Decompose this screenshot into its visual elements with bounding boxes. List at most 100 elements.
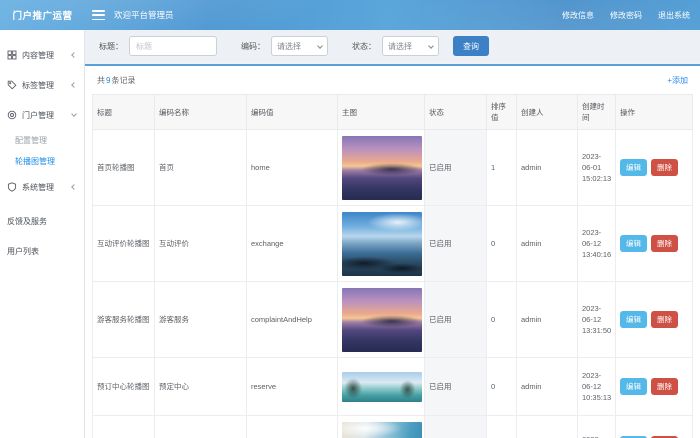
cell-code-name: 首页 (155, 130, 247, 206)
content-icon (7, 50, 17, 60)
cell-creator: admin (517, 416, 578, 438)
tag-icon (7, 80, 17, 90)
delete-button[interactable]: 删除 (651, 311, 678, 328)
title-filter-input[interactable] (129, 36, 217, 56)
welcome-text: 欢迎平台管理员 (114, 9, 174, 21)
col-main-image: 主图 (338, 95, 425, 130)
status-filter-select[interactable]: 请选择 (382, 36, 439, 56)
edit-button[interactable]: 编辑 (620, 235, 647, 252)
chevron-left-icon (71, 52, 77, 58)
cell-title: 互动评价轮播图 (93, 206, 155, 282)
col-created-at: 创建时间 (578, 95, 616, 130)
cell-creator: admin (517, 358, 578, 416)
chevron-left-icon (71, 82, 77, 88)
sidebar-item-label: 门户管理 (22, 110, 54, 121)
sidebar-item-label: 反馈及服务 (7, 216, 47, 227)
col-status: 状态 (425, 95, 487, 130)
cell-status: 已启用 (425, 358, 487, 416)
cell-code-name: 互动评价 (155, 206, 247, 282)
menu-toggle-icon[interactable] (92, 10, 105, 20)
cell-created-at: 2023-06-12 13:31:50 (578, 282, 616, 358)
thumbnail-image (342, 136, 422, 200)
cell-creator: admin (517, 130, 578, 206)
logout-link[interactable]: 退出系统 (658, 10, 690, 21)
sidebar-item-content[interactable]: 内容管理 (0, 40, 84, 70)
cell-status: 已启用 (425, 282, 487, 358)
edit-button[interactable]: 编辑 (620, 311, 647, 328)
cell-image (338, 358, 425, 416)
system-icon (7, 182, 17, 192)
edit-info-link[interactable]: 修改信息 (562, 10, 594, 21)
cell-status: 已启用 (425, 130, 487, 206)
thumbnail-image (342, 212, 422, 276)
table-row: 旅游指南轮播图 目的地名片 traffic 已启用 0 admin 2023-0… (93, 416, 693, 438)
sidebar-item-config[interactable]: 配置管理 (0, 130, 84, 151)
sidebar-item-label: 内容管理 (22, 50, 54, 61)
delete-button[interactable]: 删除 (651, 235, 678, 252)
cell-code-name: 预定中心 (155, 358, 247, 416)
cell-code-name: 目的地名片 (155, 416, 247, 438)
col-actions: 操作 (616, 95, 693, 130)
header-links: 修改信息 修改密码 退出系统 (562, 10, 700, 21)
panel-header: 共9条记录 +添加 (85, 66, 700, 94)
delete-button[interactable]: 删除 (651, 159, 678, 176)
cell-title: 预订中心轮播图 (93, 358, 155, 416)
delete-button[interactable]: 删除 (651, 378, 678, 395)
cell-sort: 0 (487, 358, 517, 416)
status-select-value: 请选择 (388, 41, 412, 52)
table-row: 互动评价轮播图 互动评价 exchange 已启用 0 admin 2023-0… (93, 206, 693, 282)
cell-status: 已启用 (425, 416, 487, 438)
cell-sort: 0 (487, 206, 517, 282)
cell-created-at: 2023-06-01 15:02:13 (578, 130, 616, 206)
table-row: 游客服务轮播图 游客服务 complaintAndHelp 已启用 0 admi… (93, 282, 693, 358)
sidebar-item-label: 轮播图管理 (15, 156, 55, 167)
search-button[interactable]: 查询 (453, 36, 489, 56)
cell-creator: admin (517, 206, 578, 282)
cell-image (338, 130, 425, 206)
cell-actions: 编辑删除 (616, 282, 693, 358)
cell-code-value: traffic (247, 416, 338, 438)
code-select-value: 请选择 (277, 41, 301, 52)
col-title: 标题 (93, 95, 155, 130)
sidebar-item-carousel[interactable]: 轮播图管理 (0, 151, 84, 172)
sidebar-item-users[interactable]: 用户列表 (0, 236, 84, 266)
edit-button[interactable]: 编辑 (620, 159, 647, 176)
cell-image (338, 282, 425, 358)
total-records: 共9条记录 (97, 75, 135, 86)
edit-button[interactable]: 编辑 (620, 378, 647, 395)
cell-code-value: reserve (247, 358, 338, 416)
col-sort: 排序值 (487, 95, 517, 130)
cell-title: 旅游指南轮播图 (93, 416, 155, 438)
table-header-row: 标题 编码名称 编码值 主图 状态 排序值 创建人 创建时间 操作 (93, 95, 693, 130)
portal-icon (7, 110, 17, 120)
carousel-table: 标题 编码名称 编码值 主图 状态 排序值 创建人 创建时间 操作 首页轮播图 … (92, 94, 693, 438)
code-filter-select[interactable]: 请选择 (271, 36, 328, 56)
sidebar-item-label: 系统管理 (22, 182, 54, 193)
thumbnail-image (342, 372, 422, 402)
cell-created-at: 2023-06-12 (578, 416, 616, 438)
add-button[interactable]: +添加 (667, 75, 688, 86)
status-filter-label: 状态： (352, 41, 376, 52)
sidebar-item-feedback[interactable]: 反馈及服务 (0, 206, 84, 236)
chevron-down-icon (71, 111, 77, 117)
table-row: 预订中心轮播图 预定中心 reserve 已启用 0 admin 2023-06… (93, 358, 693, 416)
title-filter-label: 标题： (99, 41, 123, 52)
cell-code-value: complaintAndHelp (247, 282, 338, 358)
sidebar-item-system[interactable]: 系统管理 (0, 172, 84, 202)
cell-title: 游客服务轮播图 (93, 282, 155, 358)
cell-image (338, 416, 425, 438)
cell-image (338, 206, 425, 282)
chevron-left-icon (71, 184, 77, 190)
cell-created-at: 2023-06-12 13:40:16 (578, 206, 616, 282)
sidebar-item-portal[interactable]: 门户管理 (0, 100, 84, 130)
cell-creator: admin (517, 282, 578, 358)
col-code-name: 编码名称 (155, 95, 247, 130)
results-panel: 共9条记录 +添加 标题 编码名称 编码值 主图 状态 排序值 创建人 创建时间… (85, 64, 700, 438)
sidebar-item-label: 配置管理 (15, 135, 47, 146)
cell-status: 已启用 (425, 206, 487, 282)
change-password-link[interactable]: 修改密码 (610, 10, 642, 21)
sidebar-item-label: 用户列表 (7, 246, 39, 257)
cell-actions: 编辑删除 (616, 416, 693, 438)
thumbnail-image (342, 288, 422, 352)
sidebar-item-tags[interactable]: 标签管理 (0, 70, 84, 100)
